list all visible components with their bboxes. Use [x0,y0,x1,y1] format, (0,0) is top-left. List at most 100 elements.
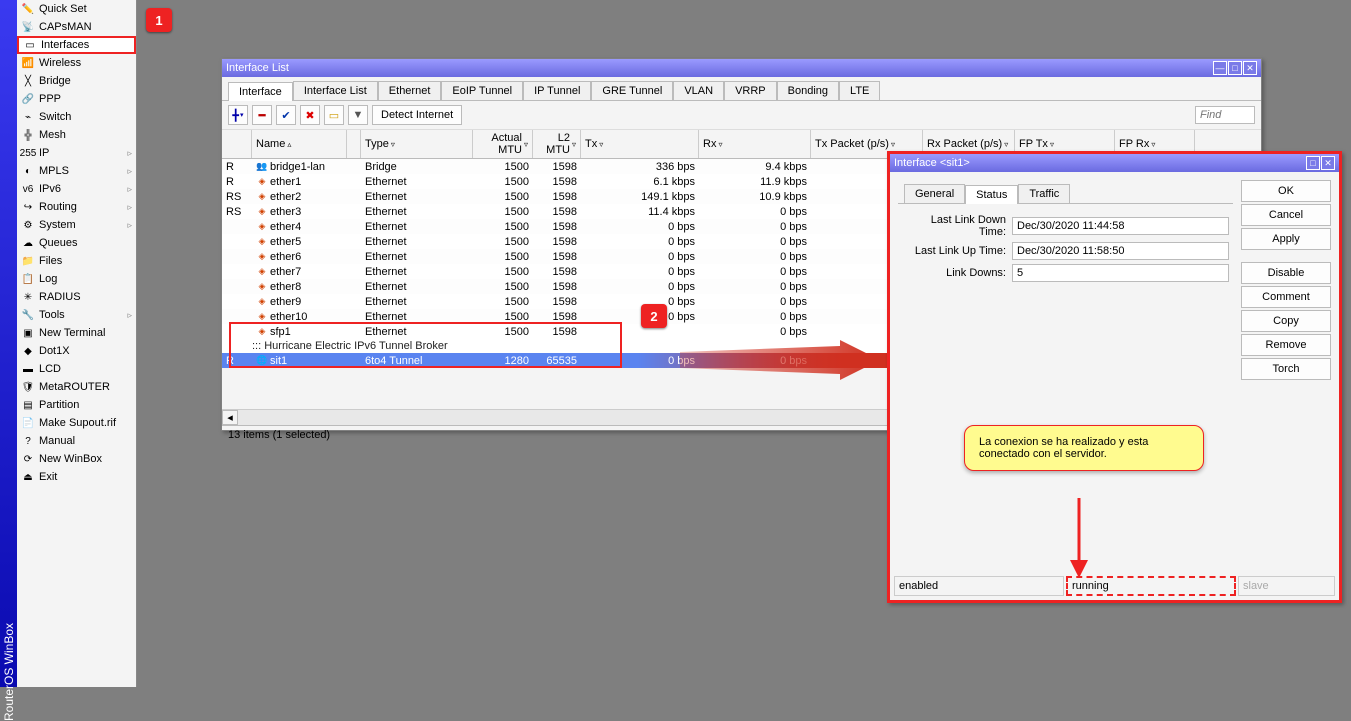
maximize-button[interactable]: □ [1306,156,1320,170]
submenu-arrow-icon: ▹ [127,202,132,213]
sidebar-item-radius[interactable]: ✳RADIUS [17,288,136,306]
apply-button[interactable]: Apply [1241,228,1331,250]
menu-icon: ▭ [23,38,37,52]
sidebar-item-tools[interactable]: 🔧Tools▹ [17,306,136,324]
column-header[interactable]: Tx▿ [581,130,699,158]
sidebar: ✏️Quick Set📡CAPsMAN ▭ Interfaces 📶Wireless╳… [17,0,137,687]
tab-eoip-tunnel[interactable]: EoIP Tunnel [441,81,523,100]
sidebar-item-ip[interactable]: 255IP▹ [17,144,136,162]
column-header[interactable]: Actual MTU▿ [473,130,533,158]
comment-button[interactable]: Comment [1241,286,1331,308]
sidebar-item-partition[interactable]: ▤Partition [17,396,136,414]
window-titlebar[interactable]: Interface <sit1> □ ✕ [890,154,1339,172]
column-header[interactable] [222,130,252,158]
sidebar-item-log[interactable]: 📋Log [17,270,136,288]
sidebar-item-exit[interactable]: ⏏Exit [17,468,136,486]
field-label: Last Link Up Time: [902,245,1012,257]
field-value[interactable] [1012,242,1229,260]
sidebar-item-label: System [39,219,76,231]
disable-button[interactable]: ✖ [300,105,320,125]
sidebar-item-lcd[interactable]: ▬LCD [17,360,136,378]
tab-interface[interactable]: Interface [228,82,293,101]
find-input[interactable] [1195,106,1255,124]
submenu-arrow-icon: ▹ [127,148,132,159]
tab-gre-tunnel[interactable]: GRE Tunnel [591,81,673,100]
sidebar-item-quick-set[interactable]: ✏️Quick Set [17,0,136,18]
sidebar-item-interfaces[interactable]: ▭ Interfaces [17,36,136,54]
close-button[interactable]: ✕ [1321,156,1335,170]
interface-icon: ◈ [256,236,268,248]
sidebar-item-capsman[interactable]: 📡CAPsMAN [17,18,136,36]
sidebar-item-bridge[interactable]: ╳Bridge [17,72,136,90]
maximize-button[interactable]: □ [1228,61,1242,75]
tab-vrrp[interactable]: VRRP [724,81,777,100]
menu-icon: ◆ [21,344,35,358]
close-button[interactable]: ✕ [1243,61,1257,75]
sidebar-item-ppp[interactable]: 🔗PPP [17,90,136,108]
sidebar-item-mesh[interactable]: ╬Mesh [17,126,136,144]
app-title: RouterOS WinBox [2,623,16,721]
sidebar-item-new-winbox[interactable]: ⟳New WinBox [17,450,136,468]
copy-button[interactable]: Copy [1241,310,1331,332]
sidebar-item-mpls[interactable]: ◐MPLS▹ [17,162,136,180]
menu-icon: 📡 [21,20,35,34]
app-titlebar: RouterOS WinBox [0,0,17,687]
sidebar-item-make-supout-rif[interactable]: 📄Make Supout.rif [17,414,136,432]
tab-traffic[interactable]: Traffic [1018,184,1070,203]
field-value[interactable] [1012,264,1229,282]
sidebar-item-wireless[interactable]: 📶Wireless [17,54,136,72]
sidebar-item-dot1x[interactable]: ◆Dot1X [17,342,136,360]
comment-button[interactable]: ▭ [324,105,344,125]
remove-button[interactable]: ━ [252,105,272,125]
scroll-left-button[interactable]: ◂ [222,410,238,425]
torch-button[interactable]: Torch [1241,358,1331,380]
menu-icon: ◐ [21,164,35,178]
sidebar-item-routing[interactable]: ↪Routing▹ [17,198,136,216]
sidebar-item-files[interactable]: 📁Files [17,252,136,270]
sidebar-item-new-terminal[interactable]: ▣New Terminal [17,324,136,342]
column-header[interactable] [347,130,361,158]
sidebar-item-label: Interfaces [41,39,89,51]
remove-button[interactable]: Remove [1241,334,1331,356]
sidebar-item-queues[interactable]: ☁Queues [17,234,136,252]
disable-button[interactable]: Disable [1241,262,1331,284]
filter-button[interactable]: ▼ [348,105,368,125]
sidebar-item-label: Files [39,255,62,267]
tab-lte[interactable]: LTE [839,81,880,100]
menu-icon: ╬ [21,128,35,142]
column-header[interactable]: Type▿ [361,130,473,158]
detect-internet-button[interactable]: Detect Internet [372,105,462,125]
column-header[interactable]: L2 MTU▿ [533,130,581,158]
property-field: Last Link Down Time: [902,214,1229,238]
tab-general[interactable]: General [904,184,965,203]
sidebar-item-label: Bridge [39,75,71,87]
sidebar-item-system[interactable]: ⚙System▹ [17,216,136,234]
field-value[interactable] [1012,217,1229,235]
interface-properties-window: Interface <sit1> □ ✕ GeneralStatusTraffi… [887,151,1342,603]
add-button[interactable]: ╋ [228,105,248,125]
minimize-button[interactable]: — [1213,61,1227,75]
interface-icon: ◈ [256,251,268,263]
interface-icon: ◈ [256,221,268,233]
menu-icon: 🔗 [21,92,35,106]
cancel-button[interactable]: Cancel [1241,204,1331,226]
sidebar-item-switch[interactable]: ⌁Switch [17,108,136,126]
sidebar-item-ipv6[interactable]: v6IPv6▹ [17,180,136,198]
window-titlebar[interactable]: Interface List — □ ✕ [222,59,1261,77]
sidebar-item-metarouter[interactable]: 🛡MetaROUTER [17,378,136,396]
tab-bonding[interactable]: Bonding [777,81,839,100]
column-header[interactable]: Rx▿ [699,130,811,158]
property-field: Last Link Up Time: [902,242,1229,260]
tab-status[interactable]: Status [965,185,1018,204]
enable-button[interactable]: ✔ [276,105,296,125]
tab-interface-list[interactable]: Interface List [293,81,378,100]
menu-icon: ⌁ [21,110,35,124]
column-header[interactable]: Name▵ [252,130,347,158]
tab-ethernet[interactable]: Ethernet [378,81,442,100]
tab-ip-tunnel[interactable]: IP Tunnel [523,81,591,100]
tab-vlan[interactable]: VLAN [673,81,724,100]
ok-button[interactable]: OK [1241,180,1331,202]
submenu-arrow-icon: ▹ [127,166,132,177]
interface-icon: ◈ [256,311,268,323]
sidebar-item-manual[interactable]: ?Manual [17,432,136,450]
